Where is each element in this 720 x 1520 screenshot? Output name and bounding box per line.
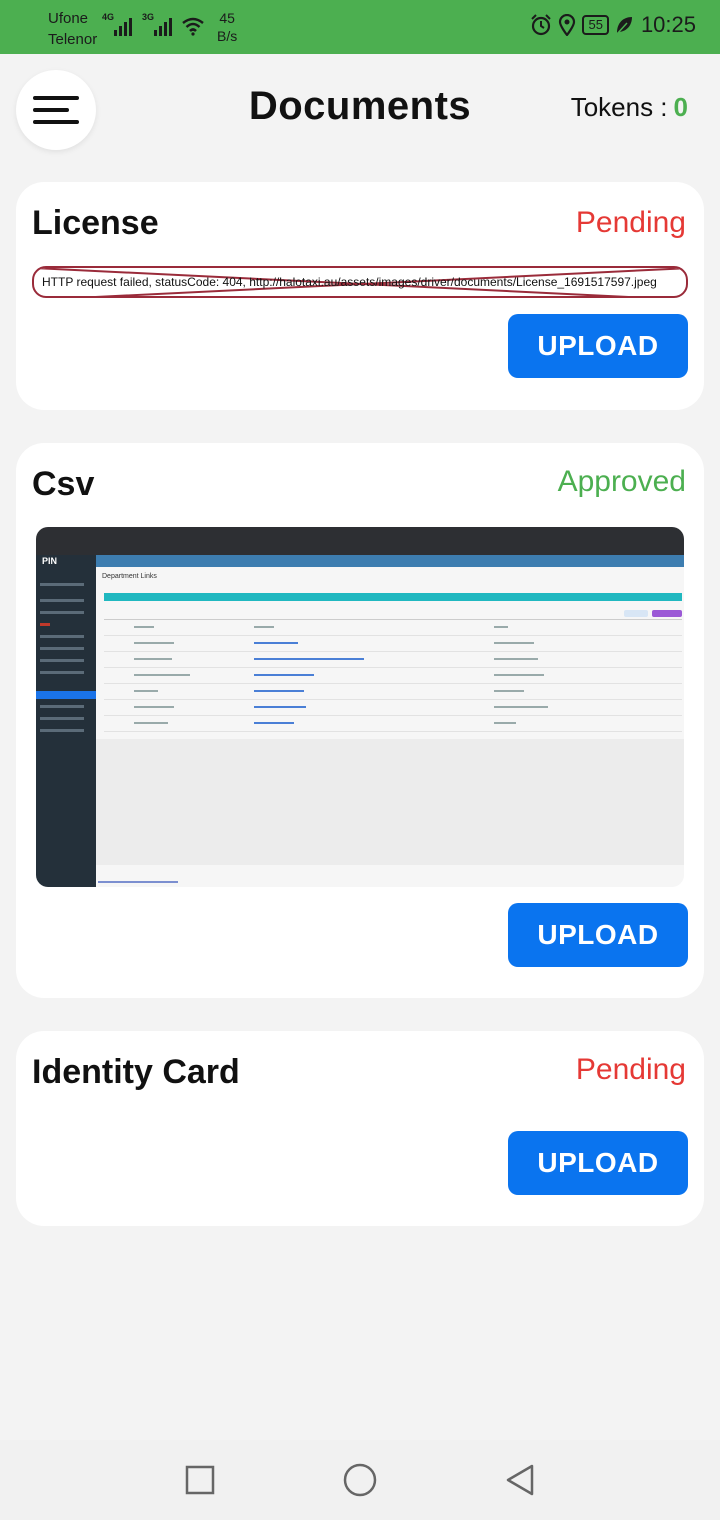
network-indicators: 4G 3G xyxy=(102,12,204,36)
document-title: License xyxy=(32,204,159,242)
status-badge: Approved xyxy=(557,465,686,498)
thumb-logo: PIN xyxy=(42,556,58,566)
document-image[interactable]: PIN Department Links xyxy=(36,527,684,887)
wifi-icon xyxy=(182,17,204,36)
status-bar: Ufone Telenor 4G 3G 45 B/s 55 10:25 xyxy=(0,0,720,54)
image-error-placeholder: HTTP request failed, statusCode: 404, ht… xyxy=(32,266,688,298)
status-badge: Pending xyxy=(575,1053,686,1086)
document-card-license: License Pending HTTP request failed, sta… xyxy=(16,182,704,410)
home-button[interactable] xyxy=(338,1458,382,1502)
thumb-browser-chrome xyxy=(36,527,684,555)
recents-square-icon xyxy=(185,1465,215,1495)
error-message: HTTP request failed, statusCode: 404, ht… xyxy=(42,275,657,289)
tokens-counter: Tokens :0 xyxy=(571,92,688,123)
status-badge: Pending xyxy=(575,206,686,239)
upload-button[interactable]: UPLOAD xyxy=(508,903,688,967)
signal-icon: 3G xyxy=(142,12,172,36)
speed-unit: B/s xyxy=(217,28,238,44)
document-card-csv: Csv Approved PIN Department Links UPLOAD xyxy=(16,443,704,998)
tokens-label: Tokens : xyxy=(570,92,668,122)
speed-value: 45 xyxy=(219,10,235,26)
system-nav-bar xyxy=(0,1440,720,1520)
battery-icon: 55 xyxy=(582,15,609,35)
thumb-table xyxy=(104,619,682,735)
back-button[interactable] xyxy=(498,1458,542,1502)
thumb-main: Department Links xyxy=(96,567,684,877)
home-circle-icon xyxy=(343,1463,377,1497)
carrier-names: Ufone Telenor xyxy=(48,8,97,50)
network-speed: 45 B/s xyxy=(217,9,237,45)
leaf-icon xyxy=(616,17,632,35)
alarm-icon xyxy=(531,14,552,36)
thumb-banner xyxy=(104,593,682,601)
document-title: Csv xyxy=(32,465,95,503)
location-icon xyxy=(559,14,576,36)
document-title: Identity Card xyxy=(32,1053,240,1091)
clock-time: 10:25 xyxy=(640,12,696,37)
upload-button[interactable]: UPLOAD xyxy=(508,314,688,378)
document-card-identity-card: Identity Card Pending UPLOAD xyxy=(16,1031,704,1226)
thumb-empty-area xyxy=(96,739,684,865)
thumb-footer xyxy=(98,881,178,883)
thumb-sidebar: PIN xyxy=(36,555,96,887)
signal-icon: 4G xyxy=(102,12,132,36)
upload-button[interactable]: UPLOAD xyxy=(508,1131,688,1195)
carrier-2: Telenor xyxy=(48,31,98,48)
thumb-active-item xyxy=(36,691,96,699)
recents-button[interactable] xyxy=(178,1458,222,1502)
back-triangle-icon xyxy=(506,1464,534,1496)
thumb-app-bar xyxy=(36,555,684,567)
tokens-value: 0 xyxy=(673,92,688,122)
thumb-heading: Department Links xyxy=(102,573,157,580)
carrier-1: Ufone xyxy=(48,10,89,27)
status-right: 55 10:25 xyxy=(530,12,696,38)
